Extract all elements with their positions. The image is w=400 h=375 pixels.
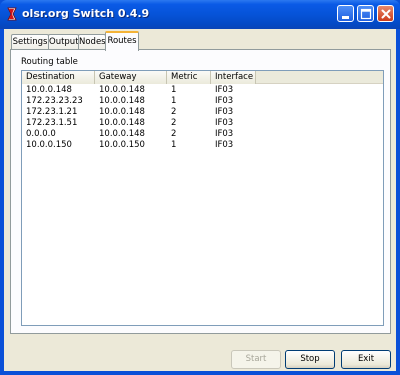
cell-interface: IF03 [215, 96, 234, 106]
tab-nodes[interactable]: Nodes [78, 34, 106, 50]
cell-destination: 172.23.23.23 [26, 96, 83, 106]
table-row[interactable]: 0.0.0.0 10.0.0.148 2 IF03 [22, 129, 383, 140]
app-window: olsr.org Switch 0.4.9 Settings Output No… [0, 0, 400, 375]
close-icon [381, 9, 391, 19]
table-row[interactable]: 172.23.1.21 10.0.0.148 2 IF03 [22, 107, 383, 118]
minimize-button[interactable] [337, 5, 354, 22]
cell-interface: IF03 [215, 107, 234, 117]
cell-gateway: 10.0.0.148 [99, 118, 145, 128]
stop-button[interactable]: Stop [285, 350, 335, 369]
cell-interface: IF03 [215, 129, 234, 139]
routes-panel: Routing table Destination Gateway Metric… [10, 49, 391, 334]
cell-gateway: 10.0.0.150 [99, 140, 145, 150]
cell-metric: 2 [171, 129, 177, 139]
window-title: olsr.org Switch 0.4.9 [22, 7, 150, 20]
cell-destination: 10.0.0.150 [26, 140, 72, 150]
cell-metric: 2 [171, 107, 177, 117]
cell-gateway: 10.0.0.148 [99, 107, 145, 117]
cell-gateway: 10.0.0.148 [99, 129, 145, 139]
olsr-app-icon[interactable] [6, 7, 18, 21]
cell-destination: 172.23.1.51 [26, 118, 78, 128]
cell-interface: IF03 [215, 118, 234, 128]
column-header-destination[interactable]: Destination [22, 71, 95, 84]
cell-metric: 1 [171, 96, 177, 106]
cell-destination: 0.0.0.0 [26, 129, 56, 139]
maximize-button[interactable] [357, 5, 374, 22]
routing-table-header: Destination Gateway Metric Interface [22, 71, 383, 84]
cell-metric: 1 [171, 140, 177, 150]
cell-gateway: 10.0.0.148 [99, 96, 145, 106]
column-header-interface[interactable]: Interface [211, 71, 256, 84]
table-row[interactable]: 172.23.1.51 10.0.0.148 2 IF03 [22, 118, 383, 129]
table-row[interactable]: 10.0.0.150 10.0.0.150 1 IF03 [22, 140, 383, 151]
routing-table[interactable]: Destination Gateway Metric Interface 10.… [21, 70, 384, 326]
maximize-icon [360, 8, 372, 20]
column-header-gateway[interactable]: Gateway [95, 71, 167, 84]
cell-destination: 10.0.0.148 [26, 85, 72, 95]
table-row[interactable]: 172.23.23.23 10.0.0.148 1 IF03 [22, 96, 383, 107]
close-button[interactable] [377, 5, 394, 22]
exit-button[interactable]: Exit [341, 350, 391, 369]
cell-gateway: 10.0.0.148 [99, 85, 145, 95]
table-row[interactable]: 10.0.0.148 10.0.0.148 1 IF03 [22, 85, 383, 96]
column-header-metric[interactable]: Metric [167, 71, 211, 84]
routing-table-label: Routing table [21, 57, 78, 67]
tab-routes[interactable]: Routes [105, 31, 139, 51]
tab-settings[interactable]: Settings [11, 34, 49, 50]
client-area: Settings Output Nodes Routes Routing tab… [4, 29, 396, 371]
cell-interface: IF03 [215, 85, 234, 95]
cell-metric: 1 [171, 85, 177, 95]
cell-destination: 172.23.1.21 [26, 107, 78, 117]
cell-metric: 2 [171, 118, 177, 128]
tab-output[interactable]: Output [48, 34, 79, 50]
cell-interface: IF03 [215, 140, 234, 150]
minimize-icon [342, 16, 349, 19]
start-button[interactable]: Start [231, 350, 281, 369]
title-bar[interactable]: olsr.org Switch 0.4.9 [0, 0, 400, 29]
